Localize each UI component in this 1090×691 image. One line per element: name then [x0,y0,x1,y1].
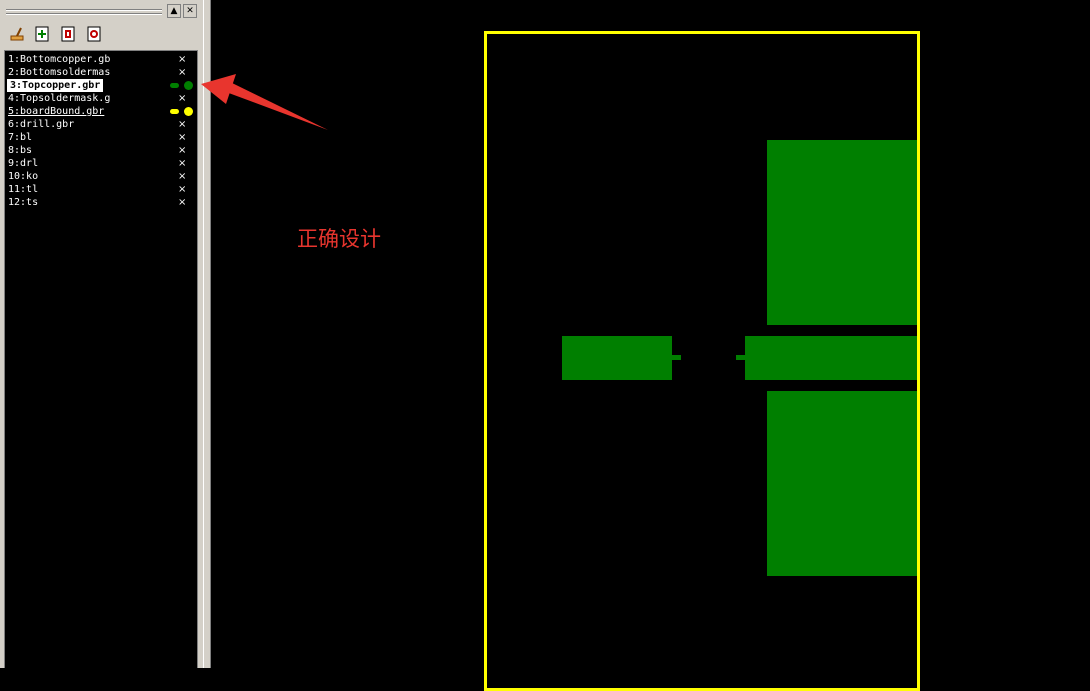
layer-label: 12:ts [8,197,39,208]
add-layer-icon [35,26,49,42]
layer-label: 9:drl [8,158,39,169]
delete-icon [87,26,101,42]
layer-status[interactable]: × [178,144,186,157]
layer-label: 8:bs [8,145,33,156]
layer-visibility-dot[interactable] [184,81,193,90]
layer-label: 1:Bottomcopper.gb [8,54,111,65]
copper-pad-right [745,336,917,380]
layer-status[interactable]: × [178,131,186,144]
layer-row[interactable]: 9:drl × [5,157,197,170]
layer-color-swatch[interactable] [170,109,179,114]
layer-status[interactable]: × [178,170,186,183]
layer-label: 11:tl [8,184,39,195]
layer-status[interactable]: × [178,118,186,131]
layer-label: 5:boardBound.gbr [8,106,105,117]
add-layer-button[interactable] [33,25,51,43]
layer-row[interactable]: 8:bs × [5,144,197,157]
panel-grip[interactable] [6,13,162,15]
reload-icon [61,26,75,42]
layer-list[interactable]: 1:Bottomcopper.gb × 2:Bottomsoldermas × … [4,50,198,668]
layer-label: 10:ko [8,171,39,182]
layer-row[interactable]: 2:Bottomsoldermas × [5,66,197,79]
layer-label: 3:Topcopper.gbr [7,79,104,92]
clear-icon [10,27,24,41]
layer-status[interactable]: × [178,53,186,66]
layer-label: 7:bl [8,132,33,143]
layer-row[interactable]: 5:boardBound.gbr [5,105,197,118]
gerber-view-canvas[interactable]: 正确设计 [211,0,1090,691]
layer-status[interactable]: × [178,196,186,209]
copper-trace-stub-right [736,355,746,360]
delete-button[interactable] [85,25,103,43]
layer-visibility-dot[interactable] [184,107,193,116]
layer-label: 6:drill.gbr [8,119,75,130]
layer-status[interactable]: × [178,183,186,196]
layer-row-active[interactable]: 3:Topcopper.gbr [5,79,197,92]
copper-trace-stub-left [672,355,681,360]
close-button[interactable]: ✕ [183,4,197,18]
layer-label: 2:Bottomsoldermas [8,67,111,78]
layer-row[interactable]: 12:ts × [5,196,197,209]
layer-panel: ▲ ✕ 1:Bottomcopper.gb × 2:Bottomsolderma… [0,0,203,668]
copper-pad-top [767,140,917,325]
clear-button[interactable] [8,25,26,43]
layer-row[interactable]: 7:bl × [5,131,197,144]
layer-color-swatch[interactable] [170,83,179,88]
layer-row[interactable]: 4:Topsoldermask.g × [5,92,197,105]
panel-grip[interactable] [6,9,162,11]
annotation-text: 正确设计 [297,227,381,251]
reload-button[interactable] [59,25,77,43]
layer-status[interactable]: × [178,157,186,170]
layer-status[interactable]: × [178,66,186,79]
copper-pad-bottom [767,391,917,576]
minimize-button[interactable]: ▲ [167,4,181,18]
copper-pad-left [562,336,672,380]
layer-label: 4:Topsoldermask.g [8,93,111,104]
layer-status[interactable]: × [178,92,186,105]
panel-splitter[interactable] [203,0,211,668]
layer-row[interactable]: 10:ko × [5,170,197,183]
layer-row[interactable]: 6:drill.gbr × [5,118,197,131]
layer-row[interactable]: 1:Bottomcopper.gb × [5,53,197,66]
layer-row[interactable]: 11:tl × [5,183,197,196]
